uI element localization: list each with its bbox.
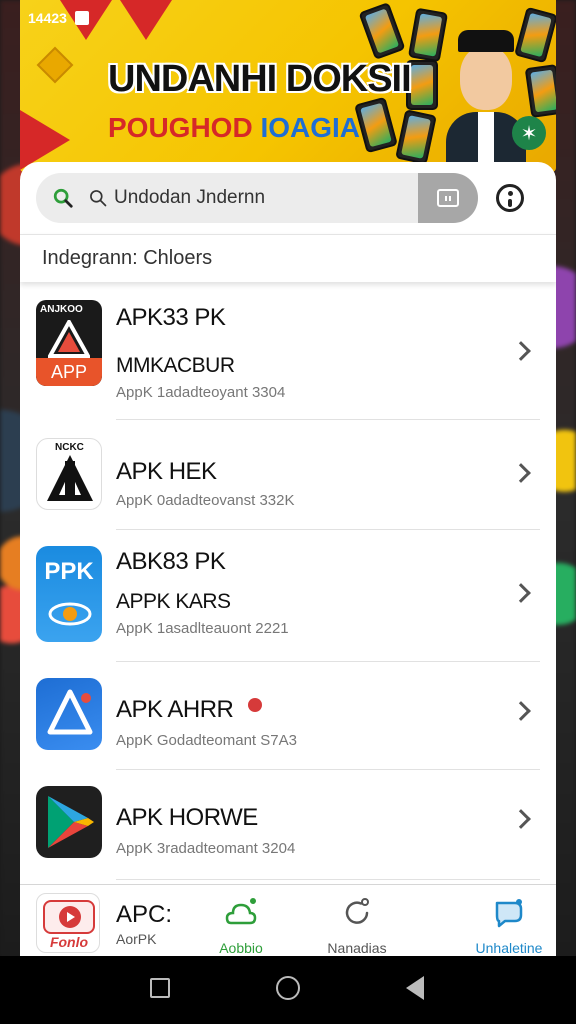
status-bar: 14423: [28, 10, 89, 26]
play-store-icon: [36, 786, 102, 858]
notification-icon: [74, 11, 89, 25]
app-icon-label: PPK: [44, 558, 94, 585]
app-icon-top-text: ANJKOO: [40, 304, 83, 315]
decor-triangle: [120, 0, 172, 40]
list-item[interactable]: ANJKOO APP APK33 PK MMKACBUR AppK 1adadt…: [20, 284, 556, 420]
app-icon: [36, 678, 102, 750]
featured-app-icon[interactable]: Fonlo: [36, 893, 100, 953]
app-title: APK33 PK: [116, 304, 226, 331]
app-icon-label: APP: [36, 358, 102, 386]
info-icon[interactable]: [496, 184, 524, 212]
app-title: APK HEK: [116, 458, 217, 485]
decor-diamond: [36, 46, 74, 84]
nav-label: Aobbio: [219, 940, 263, 956]
phone-image: [524, 64, 556, 118]
main-card: Undodan Jndernn Indegrann: Chloers ANJKO…: [20, 162, 556, 956]
list-item[interactable]: APK AHRR AppK Godadteomant S7A3: [20, 662, 556, 770]
banner-title: UNDANHI DOKSII: [108, 58, 412, 100]
person-illustration: [446, 30, 526, 172]
search-action-button[interactable]: [418, 173, 478, 223]
app-title: ABK83 PK: [116, 548, 226, 575]
app-meta: AppK 0adadteovanst 332K: [116, 492, 295, 509]
list-item[interactable]: APK HORWE AppK 3radadteomant 3204: [20, 770, 556, 880]
strawberry-icon: [248, 698, 262, 712]
refresh-icon: [345, 898, 369, 924]
category-label[interactable]: Indegrann: Chloers: [20, 234, 556, 282]
scan-icon: [437, 189, 459, 207]
phone-image: [395, 109, 437, 165]
nav-label: Nanadias: [327, 940, 387, 956]
chevron-right-icon: [511, 463, 531, 483]
list-item[interactable]: PPK ABK83 PK APPK KARS AppK 1asadlteauon…: [20, 530, 556, 662]
app-icon: PPK: [36, 546, 102, 642]
app-icon: ANJKOO APP: [36, 300, 102, 386]
phone-image: [358, 2, 406, 60]
app-title: APK HORWE: [116, 804, 258, 831]
nav-label: Unhaletine: [475, 940, 543, 956]
cloud-icon: [225, 898, 257, 925]
status-time: 14423: [28, 10, 67, 26]
featured-app-sub: AorPK: [116, 931, 157, 947]
app-meta: AppK 1asadlteauont 2221: [116, 620, 289, 637]
featured-app-title: APC:: [116, 901, 173, 928]
banner-subtitle: POUGHOD IOAGIA: [108, 112, 360, 144]
magnifier-icon: [88, 188, 108, 208]
search-value: Undodan Jndernn: [114, 187, 266, 208]
app-icon: NCKC: [36, 438, 102, 510]
search-input[interactable]: Undodan Jndernn: [36, 173, 478, 223]
badge-icon: ✶: [512, 116, 546, 150]
system-nav-bar: [0, 956, 576, 1024]
search-row: Undodan Jndernn: [20, 162, 556, 234]
home-button[interactable]: [276, 976, 300, 1000]
chevron-right-icon: [511, 583, 531, 603]
chevron-right-icon: [511, 341, 531, 361]
app-subtitle: APPK KARS: [116, 590, 231, 613]
app-title: APK AHRR: [116, 696, 234, 723]
recents-button[interactable]: [150, 978, 170, 998]
promo-banner[interactable]: UNDANHI DOKSII POUGHOD IOAGIA ✶: [20, 0, 556, 172]
featured-app-icon-text: Fonlo: [49, 934, 89, 950]
nav-tab-unhaletine[interactable]: Unhaletine: [464, 895, 554, 956]
search-icon[interactable]: [52, 187, 74, 209]
phone-image: [407, 7, 449, 63]
app-meta: AppK Godadteomant S7A3: [116, 732, 297, 749]
phone-image: [354, 96, 398, 154]
app-meta: AppK 1adadteoyant 3304: [116, 384, 286, 401]
banner-subtitle-part-a: POUGHOD: [108, 112, 253, 143]
decor-triangle: [20, 110, 70, 170]
back-button[interactable]: [406, 976, 424, 1000]
app-meta: AppK 3radadteomant 3204: [116, 840, 296, 857]
nav-tab-nanadias[interactable]: Nanadias: [312, 895, 402, 956]
chevron-right-icon: [511, 809, 531, 829]
chevron-right-icon: [511, 701, 531, 721]
nav-tab-aobbio[interactable]: Aobbio: [196, 895, 286, 956]
app-subtitle: MMKACBUR: [116, 354, 235, 377]
bottom-navigation: Fonlo APC: AorPK Aobbio Nanadias Unhalet…: [20, 884, 556, 956]
banner-subtitle-part-b: IOAGIA: [260, 112, 361, 143]
list-item[interactable]: NCKC APK HEK AppK 0adadteovanst 332K: [20, 420, 556, 530]
app-icon-top-text: NCKC: [55, 442, 84, 453]
chat-icon: [495, 899, 523, 928]
